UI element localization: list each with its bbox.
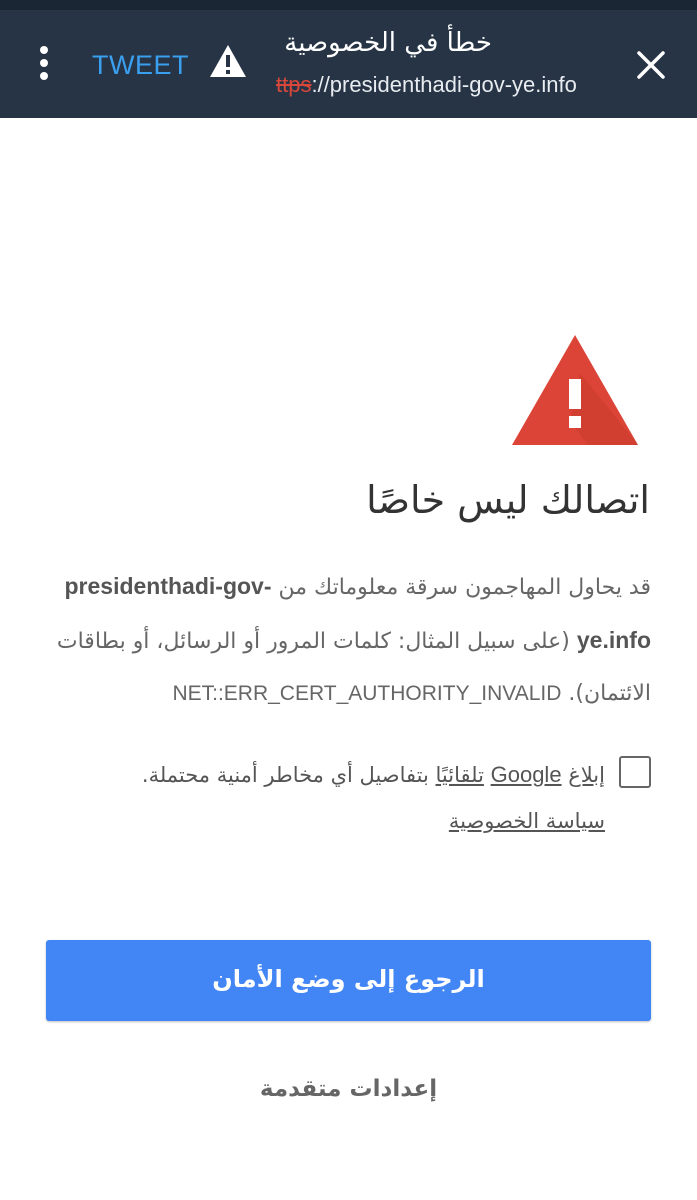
warning-large-icon [512,335,638,445]
warning-icon [210,45,246,77]
privacy-policy-link[interactable]: سياسة الخصوصية [65,798,605,844]
report-text: إبلاغ Google تلقائيًا بتفاصيل أي مخاطر أ… [65,752,605,844]
desc-text-start: قد يحاول المهاجمون سرقة معلوماتك من [278,575,652,600]
interstitial-content: اتصالك ليس خاصًا قد يحاول المهاجمون سرقة… [0,118,697,1200]
url-scheme: ttps [276,72,312,97]
overflow-menu-icon[interactable] [30,46,58,86]
custom-tab-toolbar: TWEET خطأ في الخصوصية ttps://presidentha… [0,10,697,118]
url-display: ttps://presidenthadi-gov-ye.info [276,72,577,98]
advanced-button[interactable]: إعدادات متقدمة [0,1076,697,1102]
url-host: ://presidenthadi-gov-ye.info [311,72,577,97]
page-title: خطأ في الخصوصية [284,28,492,58]
error-description: قد يحاول المهاجمون سرقة معلوماتك من pres… [41,560,651,720]
report-checkbox[interactable] [619,756,651,788]
back-to-safety-button[interactable]: الرجوع إلى وضع الأمان [46,940,651,1021]
status-bar [0,0,697,10]
report-rest: بتفاصيل أي مخاطر أمنية محتملة. [141,763,429,787]
error-code[interactable]: NET::ERR_CERT_AUTHORITY_INVALID [172,682,561,705]
report-auto: تلقائيًا [435,763,484,787]
close-icon[interactable] [634,48,668,82]
report-prefix: إبلاغ [568,763,605,787]
tweet-button[interactable]: TWEET [92,50,189,81]
report-google: Google [490,762,562,787]
error-heading: اتصالك ليس خاصًا [366,478,650,522]
